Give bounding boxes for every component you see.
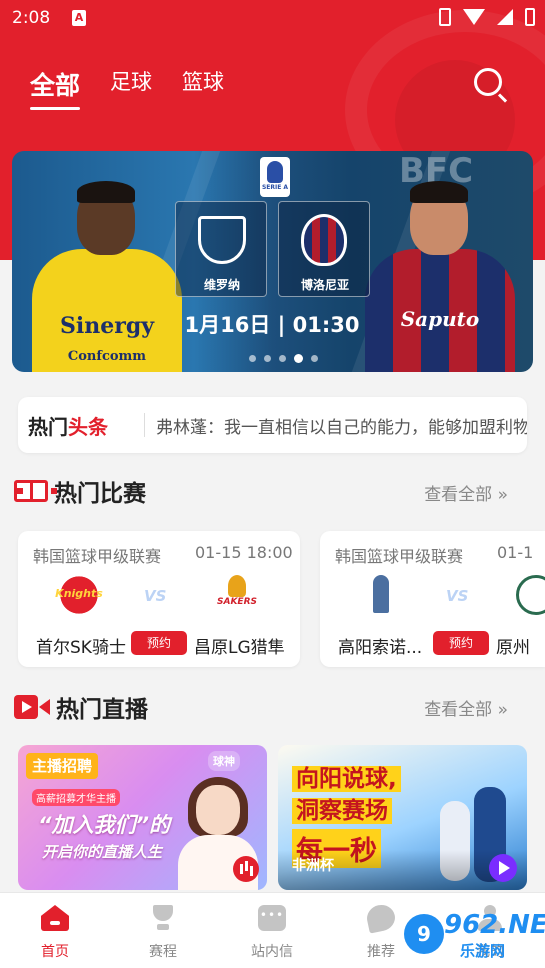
hot-live-title: 热门直播 [56, 697, 148, 723]
court-icon [14, 480, 57, 502]
wonju-logo-icon [516, 575, 545, 615]
shirt-sponsor-left: Sinergy [60, 313, 154, 339]
tab-football[interactable]: 足球 [110, 66, 152, 102]
hot-matches-see-all[interactable]: 查看全部 » [424, 480, 508, 505]
tab-basketball[interactable]: 篮球 [182, 66, 224, 102]
status-icons [439, 8, 535, 26]
carousel-dot[interactable] [311, 355, 318, 362]
home-icon [41, 905, 69, 931]
vibrate-icon [439, 8, 451, 26]
lg-sakers-logo-icon: SAKERS [210, 575, 264, 615]
message-icon [258, 905, 286, 931]
live-video-icon [14, 695, 50, 719]
stats-icon [233, 856, 259, 882]
shirt-sponsor-right: Saputo [400, 307, 480, 331]
play-icon [489, 854, 517, 882]
banner-match-time: 1月16日 | 01:30 [184, 313, 360, 337]
away-team: 原州 [496, 638, 530, 658]
goyang-logo-icon [354, 575, 408, 615]
top-tabs: 全部 足球 篮球 [30, 66, 224, 110]
tabbar-messages[interactable]: 站内信 [222, 893, 322, 968]
shirt-sponsor-left-sub: Confcomm [67, 349, 147, 364]
home-team-name: 维罗纳 [203, 278, 240, 292]
serie-a-logo: SERIE A [260, 157, 290, 197]
wifi-icon [463, 9, 485, 25]
home-team: 首尔SK骑士 [36, 638, 126, 658]
status-bar: 2:08 A [0, 0, 545, 36]
bologna-crest-icon [301, 214, 347, 266]
tabbar-schedule[interactable]: 赛程 [113, 893, 213, 968]
trophy-icon [149, 905, 177, 931]
home-team: 高阳索诺... [338, 638, 423, 658]
hot-live-see-all[interactable]: 查看全部 » [424, 695, 508, 720]
verona-crest-icon [198, 216, 246, 264]
search-button[interactable] [474, 68, 508, 103]
match-league: 韩国篮球甲级联赛 [335, 547, 464, 566]
carousel-dot[interactable] [249, 355, 256, 362]
hot-matches-heading: 热门比赛 [14, 474, 146, 508]
vs-icon: VS [144, 587, 167, 605]
recommend-icon [364, 902, 398, 934]
match-card[interactable]: 韩国篮球甲级联赛 01-15 18:00 Knights VS SAKERS 首… [18, 531, 300, 667]
vs-icon: VS [446, 587, 469, 605]
divider [144, 413, 145, 437]
player-left: Sinergy Confcomm [32, 167, 182, 372]
away-team-card: 博洛尼亚 [278, 201, 370, 297]
home-team-card: 维罗纳 [175, 201, 267, 297]
match-league: 韩国篮球甲级联赛 [33, 547, 162, 566]
away-team-name: 博洛尼亚 [300, 278, 349, 292]
hot-matches-title: 热门比赛 [54, 481, 146, 507]
carousel-dot[interactable] [279, 355, 286, 362]
live-card-stream[interactable]: 向阳说球, 洞察赛场 每一秒 非洲杯 [278, 745, 527, 890]
match-time: 01-15 18:00 [195, 543, 293, 562]
banner-carousel[interactable]: BFC Sinergy Confcomm Saputo SERIE A 维罗纳 … [12, 151, 533, 372]
search-icon [474, 68, 502, 96]
recruit-tag: 高薪招募才华主播 [32, 789, 120, 806]
recruit-subheadline: 开启你的直播人生 [42, 843, 163, 861]
tab-all[interactable]: 全部 [30, 66, 81, 110]
recruit-headline: “加入我们”的 [38, 813, 171, 837]
player-right: Saputo [365, 167, 515, 372]
headline-text: 弗林蓬：我一直相信以自己的能力，能够加盟利物浦 [156, 418, 527, 438]
headline-ticker[interactable]: 热门头条 弗林蓬：我一直相信以自己的能力，能够加盟利物浦 [18, 397, 527, 453]
site-watermark: 9 962.NET 乐游网 [404, 910, 545, 966]
status-time: 2:08 [12, 8, 51, 28]
reserve-button[interactable]: 预约 [131, 631, 187, 655]
brand-logo: 球神 [208, 751, 240, 771]
recruit-badge: 主播招聘 [26, 753, 99, 779]
match-time: 01-1 [497, 543, 534, 562]
away-team: 昌原LG猎隼 [194, 638, 285, 658]
carousel-dots [249, 354, 318, 363]
stream-tag: 非洲杯 [292, 858, 334, 874]
carousel-dot[interactable] [264, 355, 271, 362]
hot-live-heading: 热门直播 [14, 690, 148, 724]
live-card-recruit[interactable]: 主播招聘 球神 高薪招募才华主播 “加入我们”的 开启你的直播人生 [18, 745, 267, 890]
battery-icon [525, 8, 535, 26]
tabbar-home[interactable]: 首页 [5, 893, 105, 968]
match-card[interactable]: 韩国篮球甲级联赛 01-1 VS 高阳索诺... 预约 原州 [320, 531, 545, 667]
headline-tag: 热门头条 [28, 415, 108, 439]
reserve-button[interactable]: 预约 [433, 631, 489, 655]
stream-title: 向阳说球, 洞察赛场 [292, 763, 401, 827]
signal-icon [497, 9, 513, 25]
carousel-dot-active[interactable] [294, 354, 303, 363]
knights-logo-icon: Knights [52, 575, 106, 615]
notification-icon: A [72, 10, 86, 26]
